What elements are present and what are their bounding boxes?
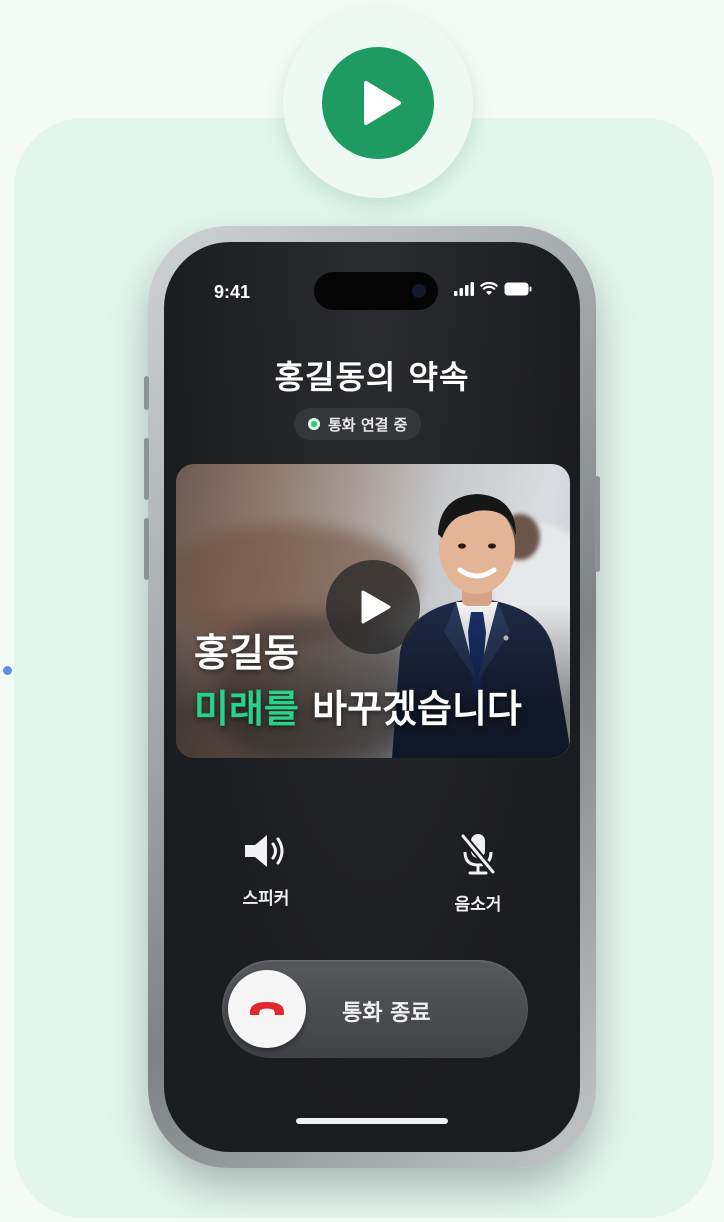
top-play-button[interactable] — [283, 8, 473, 198]
signal-icon — [454, 282, 474, 296]
battery-icon — [504, 282, 532, 296]
call-title: 홍길동의 약속 — [274, 358, 470, 396]
microphone-off-icon — [459, 832, 497, 876]
action-button — [144, 376, 149, 410]
volume-down-button — [144, 518, 149, 580]
wifi-icon — [480, 282, 498, 295]
video-play-button[interactable] — [326, 560, 420, 654]
home-indicator[interactable] — [296, 1118, 448, 1124]
speaker-label: 스피커 — [242, 889, 290, 909]
volume-up-button — [144, 438, 149, 500]
status-time: 9:41 — [214, 282, 251, 302]
phone-screen: 9:41 홍길동의 약속 통화 연결 중 홍길동 미래를 바꾸겠습니다 스피커 … — [164, 242, 580, 1152]
play-icon — [364, 81, 401, 125]
video-thumbnail[interactable]: 홍길동 미래를 바꾸겠습니다 — [176, 464, 570, 758]
call-status-badge: 통화 연결 중 — [294, 408, 422, 440]
mute-button[interactable]: 음소거 — [418, 832, 538, 915]
end-call-label: 통화 종료 — [342, 1001, 431, 1026]
play-button-circle — [322, 47, 434, 159]
dynamic-island — [314, 272, 438, 310]
play-icon — [361, 590, 391, 624]
mute-label: 음소거 — [454, 895, 502, 915]
power-button — [595, 476, 600, 572]
side-dot — [3, 666, 12, 675]
call-status-text: 통화 연결 중 — [328, 415, 408, 434]
video-headline-rest: 바꾸겠습니다 — [298, 687, 522, 731]
speaker-icon — [245, 835, 284, 867]
end-call-button[interactable]: 통화 종료 — [222, 960, 528, 1058]
end-call-knob[interactable] — [228, 970, 306, 1048]
phone-hangup-icon — [250, 1002, 284, 1015]
video-headline-highlight: 미래를 — [194, 687, 299, 731]
video-headline-line2: 미래를 바꾸겠습니다 — [194, 678, 522, 733]
video-headline-line1: 홍길동 — [194, 631, 299, 675]
speaker-button[interactable]: 스피커 — [206, 832, 326, 909]
camera-icon — [412, 284, 426, 298]
status-dot-icon — [308, 418, 320, 430]
status-icons — [454, 282, 532, 296]
phone-mockup: 9:41 홍길동의 약속 통화 연결 중 홍길동 미래를 바꾸겠습니다 스피커 … — [144, 226, 600, 1168]
